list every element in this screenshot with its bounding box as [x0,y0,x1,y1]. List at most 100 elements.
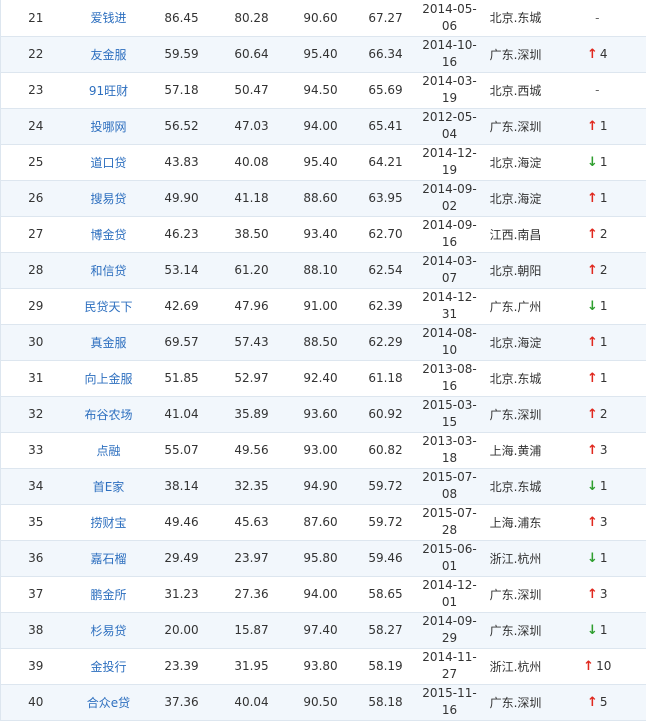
launch-date-cell: 2015-06-01 [416,540,483,577]
total-score-cell: 67.27 [354,0,417,37]
platform-link[interactable]: 点融 [96,444,120,458]
platform-link[interactable]: 和信贷 [90,264,126,278]
score-3-cell: 90.60 [286,0,355,37]
rank-cell: 23 [0,72,71,109]
score-2-cell: 61.20 [216,252,287,289]
region-cell: 浙江.杭州 [482,648,549,685]
platform-cell: 鹏金所 [70,576,147,613]
platform-link[interactable]: 嘉石榴 [90,552,126,566]
rank-cell: 31 [0,360,71,397]
score-2-cell: 35.89 [216,396,287,433]
platform-link[interactable]: 搜易贷 [90,192,126,206]
platform-link[interactable]: 鹏金所 [90,588,126,602]
down-arrow-icon: ↓ [586,478,598,494]
rank-change-cell: ↓ 1 [548,144,646,181]
rank-change-cell: ↑ 5 [548,684,646,721]
platform-link[interactable]: 首E家 [93,480,125,494]
platform-link[interactable]: 91旺财 [89,84,128,98]
table-row: 32 布谷农场 41.04 35.89 93.60 60.92 2015-03-15 广东.深… [0,396,646,433]
region-cell: 广东.深圳 [482,396,549,433]
score-2-cell: 47.96 [216,288,287,325]
launch-date: 2014-03-07 [422,254,477,285]
score-2-cell: 38.50 [216,216,287,253]
score-2-cell: 49.56 [216,432,287,469]
platform-cell: 金投行 [70,648,147,685]
rank-change-value: 2 [599,226,608,241]
rank-cell: 30 [0,324,71,361]
platform-link[interactable]: 杉易贷 [90,624,126,638]
launch-date-cell: 2013-08-16 [416,360,483,397]
score-2-cell: 15.87 [216,612,287,649]
rank-change-cell: ↑ 3 [548,576,646,613]
score-3-cell: 95.80 [286,540,355,577]
rank-change-cell: ↑ 2 [548,216,646,253]
up-arrow-icon: ↑ [586,46,598,62]
launch-date: 2014-05-06 [422,1,477,33]
score-1-cell: 41.04 [146,396,217,433]
rank-change-value: 3 [599,442,608,457]
launch-date-cell: 2015-07-08 [416,468,483,505]
rank-cell: 21 [0,0,71,37]
rank-cell: 28 [0,252,71,289]
score-2-cell: 40.04 [216,684,287,721]
total-score-cell: 60.92 [354,396,417,433]
region-cell: 广东.深圳 [482,612,549,649]
score-3-cell: 93.60 [286,396,355,433]
launch-date: 2014-10-16 [422,38,477,69]
platform-link[interactable]: 捞财宝 [90,516,126,530]
score-1-cell: 37.36 [146,684,217,721]
score-1-cell: 23.39 [146,648,217,685]
rank-cell: 24 [0,108,71,145]
total-score-cell: 62.54 [354,252,417,289]
score-3-cell: 88.60 [286,180,355,217]
rank-change-value: 1 [599,550,608,565]
platform-cell: 首E家 [70,468,147,505]
region-cell: 上海.浦东 [482,504,549,541]
rank-change-value: 2 [599,262,608,277]
platform-link[interactable]: 爱钱进 [90,11,126,25]
platform-link[interactable]: 金投行 [90,660,126,674]
platform-link[interactable]: 友金服 [90,48,126,62]
rank-change-value: - [595,10,600,25]
score-3-cell: 94.90 [286,468,355,505]
platform-cell: 道口贷 [70,144,147,181]
table-row: 35 捞财宝 49.46 45.63 87.60 59.72 2015-07-28 上海.浦东… [0,504,646,541]
platform-cell: 搜易贷 [70,180,147,217]
score-1-cell: 42.69 [146,288,217,325]
total-score-cell: 58.19 [354,648,417,685]
region-cell: 北京.东城 [482,468,549,505]
launch-date: 2014-09-29 [422,614,477,645]
rank-change-cell: ↑ 1 [548,180,646,217]
platform-link[interactable]: 道口贷 [90,156,126,170]
launch-date: 2015-03-15 [422,398,477,429]
platform-link[interactable]: 民贷天下 [84,300,132,314]
rank-change-cell: ↓ 1 [548,468,646,505]
region-cell: 广东.深圳 [482,576,549,613]
platform-link[interactable]: 合众e贷 [87,696,130,710]
platform-cell: 嘉石榴 [70,540,147,577]
platform-cell: 向上金服 [70,360,147,397]
total-score-cell: 63.95 [354,180,417,217]
region-cell: 北京.东城 [482,0,549,37]
launch-date: 2014-08-10 [422,326,477,357]
table-row: 30 真金服 69.57 57.43 88.50 62.29 2014-08-10 北京.海淀… [0,324,646,361]
score-1-cell: 55.07 [146,432,217,469]
platform-link[interactable]: 博金贷 [90,228,126,242]
up-arrow-icon: ↑ [586,118,598,134]
score-1-cell: 53.14 [146,252,217,289]
total-score-cell: 58.18 [354,684,417,721]
rank-change-value: 1 [599,334,608,349]
rank-change-cell: ↑ 1 [548,108,646,145]
platform-link[interactable]: 向上金服 [84,372,132,386]
launch-date-cell: 2014-09-16 [416,216,483,253]
rank-change-cell: ↑ 1 [548,324,646,361]
rank-change-cell: ↑ 10 [548,648,646,685]
platform-link[interactable]: 布谷农场 [84,408,132,422]
score-3-cell: 90.50 [286,684,355,721]
platform-link[interactable]: 投哪网 [90,120,126,134]
region-cell: 广东.深圳 [482,108,549,145]
score-1-cell: 46.23 [146,216,217,253]
platform-link[interactable]: 真金服 [90,336,126,350]
score-3-cell: 93.40 [286,216,355,253]
table-row: 28 和信贷 53.14 61.20 88.10 62.54 2014-03-07 北京.朝阳… [0,252,646,289]
